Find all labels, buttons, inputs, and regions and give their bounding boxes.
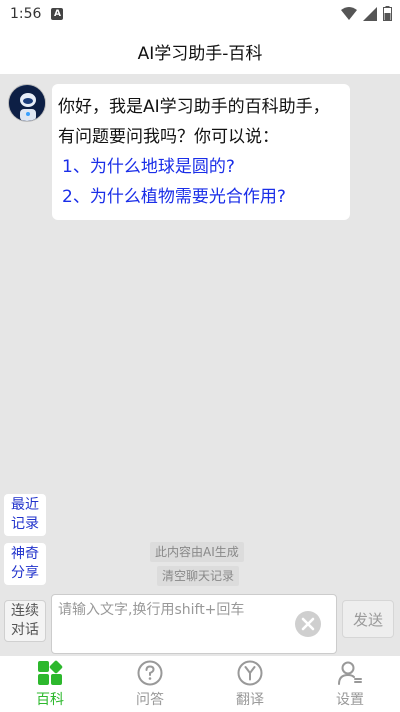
bot-message-text: 你好，我是AI学习助手的百科助手，有问题要问我吗？你可以说： xyxy=(58,97,330,147)
bot-avatar xyxy=(8,84,46,122)
grid-icon xyxy=(36,659,64,687)
suggestion-link-2[interactable]: 2、为什么植物需要光合作用? xyxy=(58,182,344,212)
magic-share-label: 神奇分享 xyxy=(11,546,39,581)
wifi-icon xyxy=(341,6,357,20)
clear-input-icon[interactable] xyxy=(295,611,321,637)
bottom-nav: 百科 问答 翻译 设置 xyxy=(0,656,400,712)
ai-generated-note: 此内容由AI生成 xyxy=(150,542,244,562)
magic-share-button[interactable]: 神奇分享 xyxy=(4,543,46,585)
signal-icon xyxy=(363,6,377,21)
clear-chat-button[interactable]: 清空聊天记录 xyxy=(157,566,240,586)
nav-label-encyclopedia: 百科 xyxy=(36,692,64,708)
status-bar: 1:56 A xyxy=(0,0,400,28)
page-title: AI学习助手-百科 xyxy=(0,28,400,74)
battery-icon xyxy=(383,6,392,21)
bot-message-bubble: 你好，我是AI学习助手的百科助手，有问题要问我吗？你可以说： 1、为什么地球是圆… xyxy=(52,84,350,220)
nav-tab-encyclopedia[interactable]: 百科 xyxy=(0,656,100,712)
nav-label-qa: 问答 xyxy=(136,692,164,708)
notification-icon: A xyxy=(51,8,64,20)
y-circle-icon xyxy=(236,659,264,687)
status-icons xyxy=(341,6,392,21)
input-bar: 连续对话 发送 xyxy=(0,594,400,656)
nav-label-settings: 设置 xyxy=(336,692,364,708)
user-settings-icon xyxy=(336,659,364,687)
send-button[interactable]: 发送 xyxy=(342,600,394,638)
nav-tab-qa[interactable]: 问答 xyxy=(100,656,200,712)
continuous-dialog-label: 连续对话 xyxy=(11,603,39,638)
chat-area[interactable]: 你好，我是AI学习助手的百科助手，有问题要问我吗？你可以说： 1、为什么地球是圆… xyxy=(0,74,400,594)
nav-label-translate: 翻译 xyxy=(236,692,264,708)
continuous-dialog-button[interactable]: 连续对话 xyxy=(4,600,46,642)
status-time: 1:56 xyxy=(10,6,42,22)
nav-tab-translate[interactable]: 翻译 xyxy=(200,656,300,712)
recent-records-label: 最近记录 xyxy=(11,497,39,532)
nav-tab-settings[interactable]: 设置 xyxy=(300,656,400,712)
robot-avatar-icon xyxy=(9,85,45,121)
recent-records-button[interactable]: 最近记录 xyxy=(4,494,46,536)
suggestion-link-1[interactable]: 1、为什么地球是圆的? xyxy=(58,152,344,182)
question-icon xyxy=(136,659,164,687)
